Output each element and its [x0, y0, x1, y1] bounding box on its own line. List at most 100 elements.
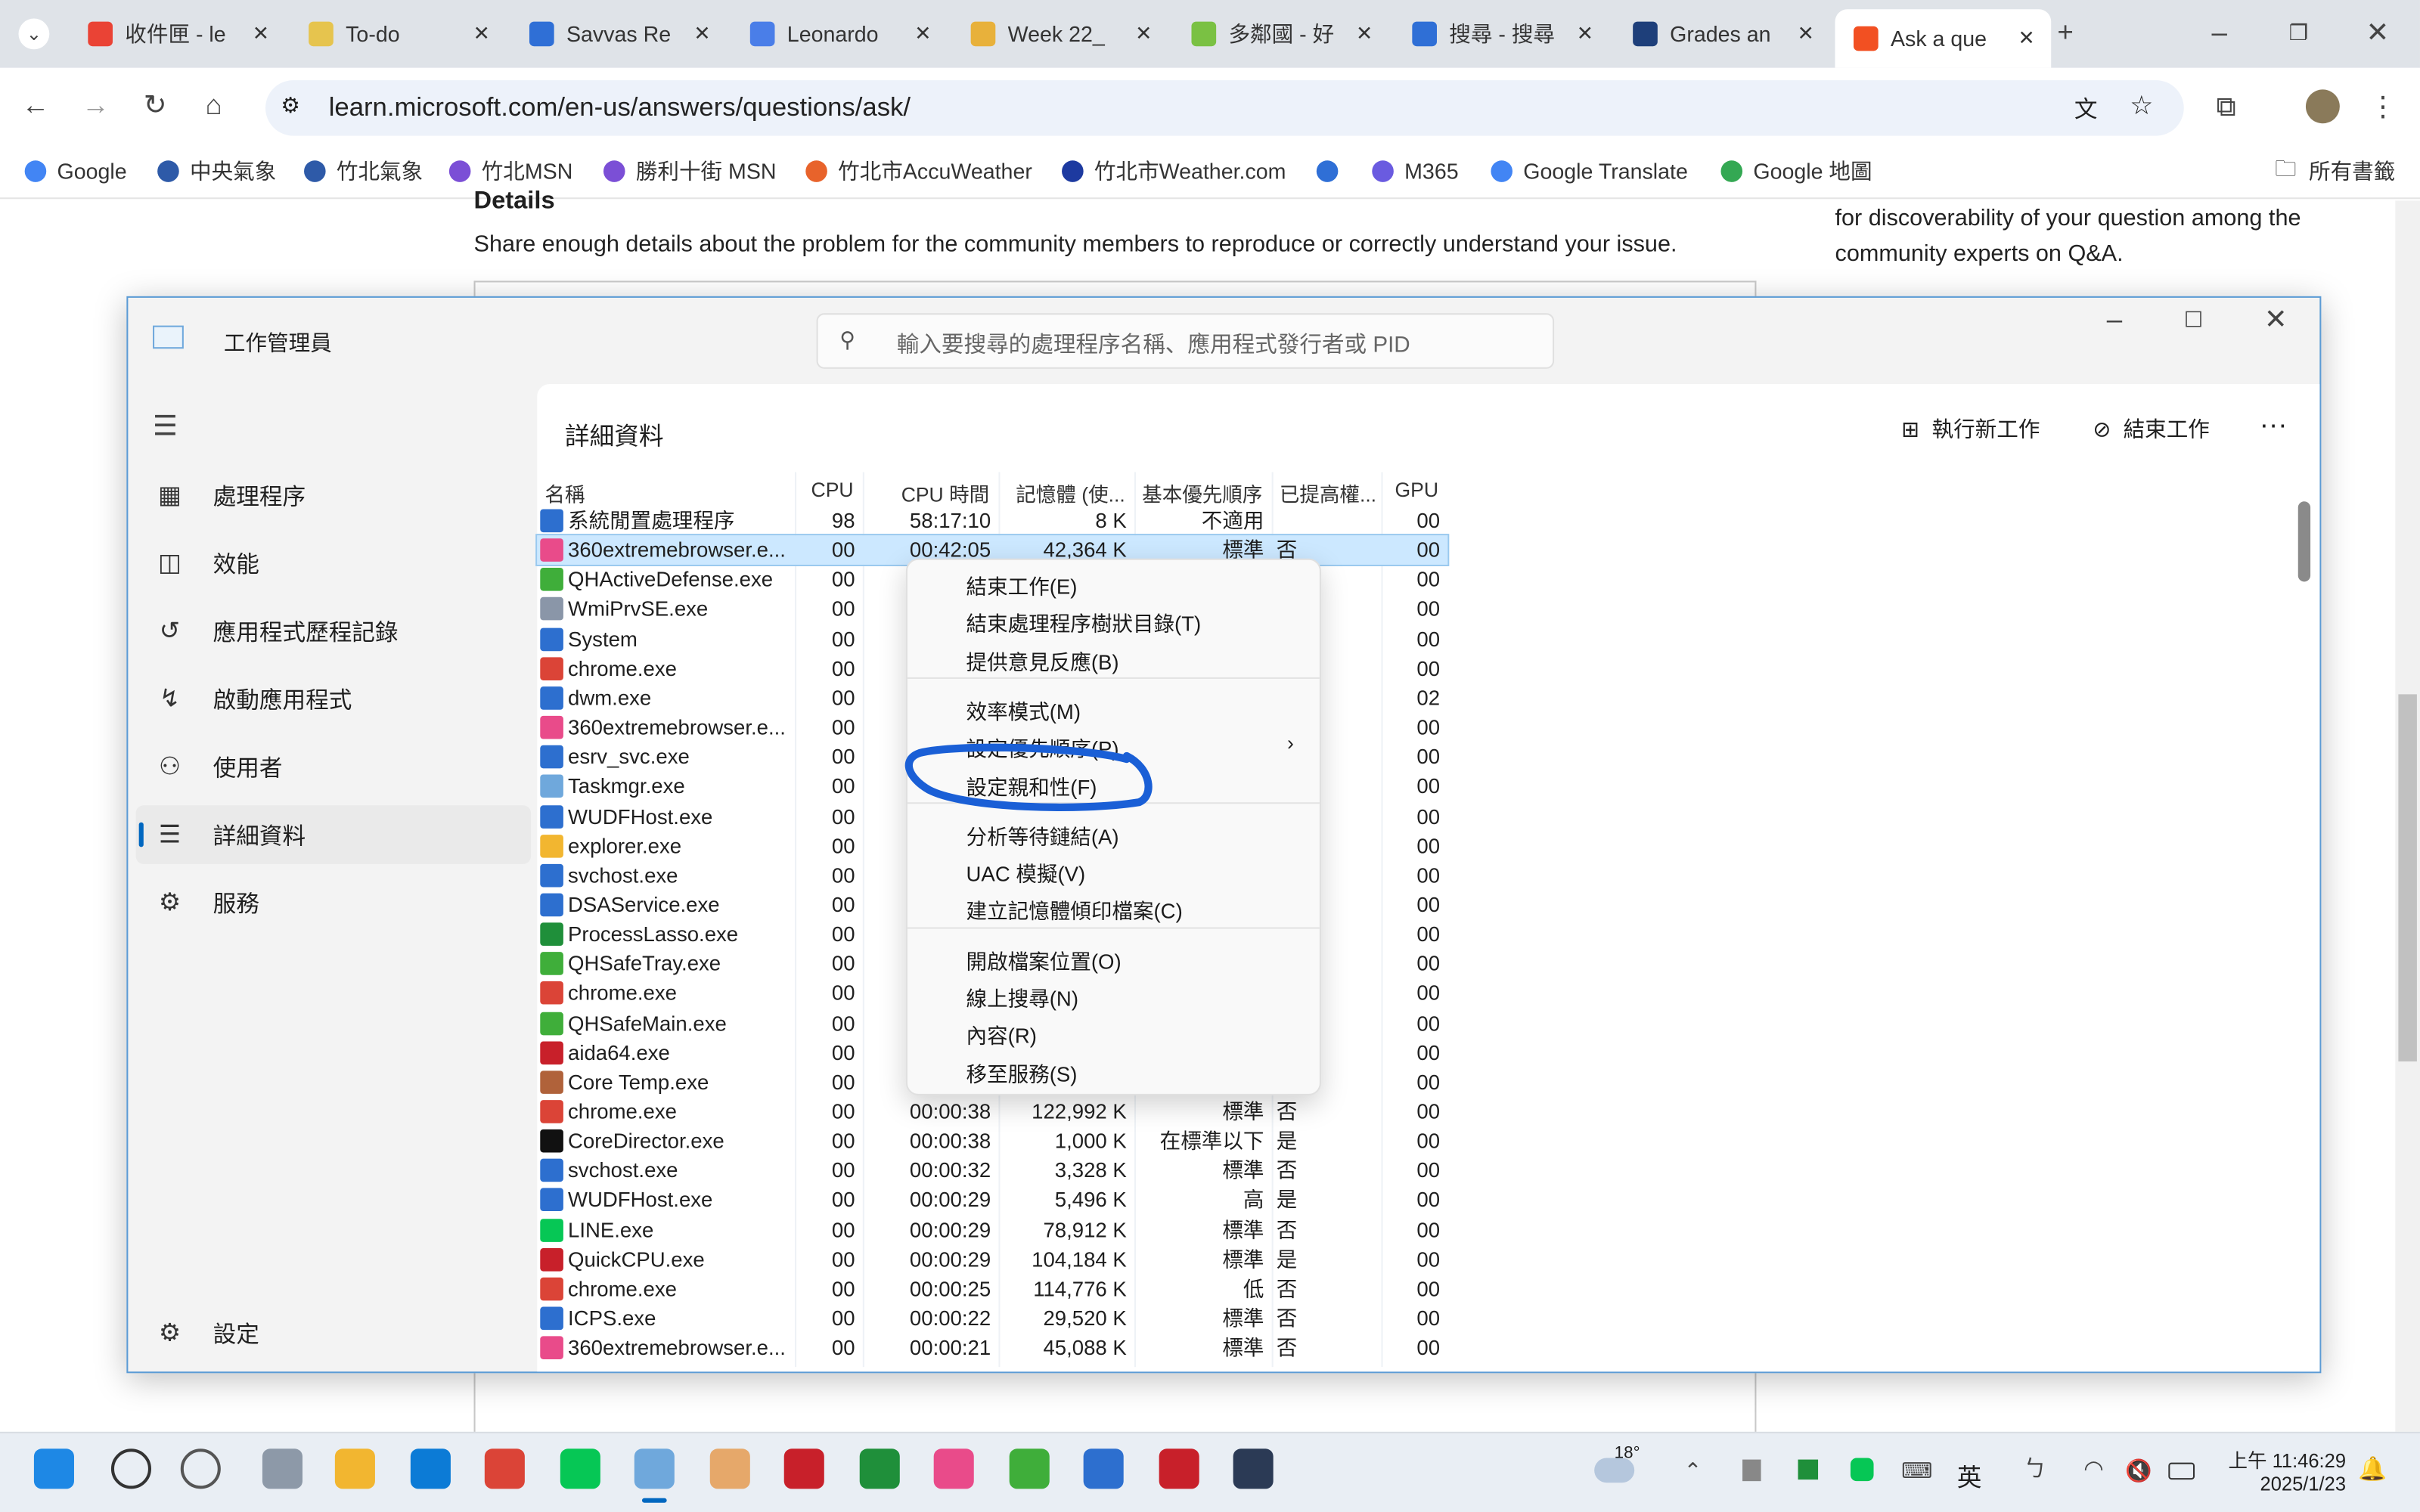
sidebar-item[interactable]: ▦ 處理程序 [136, 466, 531, 525]
all-bookmarks[interactable]: 🗀 所有書籤 [2275, 156, 2395, 187]
taskbar-app[interactable] [634, 1448, 675, 1489]
tab[interactable]: Savvas Re ✕ [511, 9, 728, 58]
bookmark[interactable]: M365 [1372, 156, 1459, 187]
tab-close-icon[interactable]: ✕ [1128, 22, 1159, 47]
tab-close-icon[interactable]: ✕ [1790, 22, 1821, 47]
weather-temp[interactable]: 18° [1615, 1444, 1640, 1462]
volume-muted-icon[interactable]: 🔇 [2125, 1455, 2152, 1486]
tray-overflow-icon[interactable]: ⌃ [1684, 1455, 1702, 1486]
taskbar-app[interactable] [859, 1448, 900, 1489]
tab-close-icon[interactable]: ✕ [1569, 22, 1600, 47]
home-button[interactable]: ⌂ [205, 89, 222, 120]
close-window-button[interactable]: ✕ [2366, 17, 2390, 48]
context-menu-item[interactable]: 開啟檔案位置(O) [966, 943, 1122, 974]
taskbar-app[interactable] [1009, 1448, 1050, 1489]
tab[interactable]: To-do ✕ [290, 9, 507, 58]
table-scrollbar[interactable] [2297, 501, 2315, 1365]
bookmark[interactable]: 竹北市AccuWeather [805, 156, 1032, 187]
table-scrollbar-thumb[interactable] [2297, 501, 2311, 582]
tab[interactable]: Ask a que ✕ [1835, 9, 2052, 68]
taskbar-app[interactable] [334, 1448, 375, 1489]
tab[interactable]: 多鄰國 - 好 ✕ [1173, 9, 1389, 58]
sidebar-item[interactable]: ◫ 效能 [136, 534, 531, 593]
tm-close-button[interactable]: ✕ [2264, 304, 2288, 335]
end-task-button[interactable]: ⊘ 結束工作 [2093, 414, 2210, 445]
clock-date[interactable]: 2025/1/23 [2223, 1473, 2346, 1495]
sidebar-item-settings[interactable]: ⚙ 設定 [136, 1303, 531, 1362]
tab[interactable]: 搜尋 - 搜尋 ✕ [1394, 9, 1610, 58]
tray-app-icon[interactable] [1742, 1459, 1761, 1482]
bookmark[interactable]: 竹北氣象 [304, 156, 423, 187]
taskbar-app[interactable] [1233, 1448, 1274, 1489]
bookmark-star-icon[interactable]: ☆ [2130, 91, 2153, 122]
clock-time[interactable]: 上午 11:46:29 [2223, 1444, 2347, 1473]
context-menu-item[interactable]: 內容(R) [966, 1019, 1037, 1050]
bookmark[interactable]: 勝利十街 MSN [603, 156, 777, 187]
taskbar-app[interactable] [933, 1448, 974, 1489]
reload-button[interactable]: ↻ [144, 89, 167, 120]
context-menu-item[interactable]: 線上搜尋(N) [966, 981, 1078, 1012]
tab-close-icon[interactable]: ✕ [245, 22, 276, 47]
bookmark[interactable] [1316, 156, 1349, 187]
bookmark[interactable]: Google 地圖 [1720, 156, 1872, 187]
wifi-icon[interactable]: ◠ [2083, 1455, 2104, 1486]
ime-mode[interactable]: 英 [1957, 1457, 1982, 1494]
bookmark[interactable]: 中央氣象 [157, 156, 276, 187]
taskbar-app[interactable] [1083, 1448, 1124, 1489]
battery-icon[interactable] [2168, 1462, 2195, 1480]
tab[interactable]: Week 22_ ✕ [952, 9, 1168, 58]
process-search-input[interactable]: ⚲ 輸入要搜尋的處理程序名稱、應用程式發行者或 PID [816, 313, 1555, 369]
taskbar-app[interactable] [410, 1448, 451, 1489]
context-menu-item[interactable]: UAC 模擬(V) [966, 857, 1086, 888]
taskbar-app[interactable] [33, 1448, 74, 1489]
bookmark[interactable]: 竹北MSN [448, 156, 572, 187]
site-info-icon[interactable]: ⚙ [281, 92, 300, 119]
back-button[interactable]: ← [22, 89, 50, 120]
taskbar-app[interactable] [484, 1448, 525, 1489]
taskbar-app[interactable] [262, 1448, 302, 1489]
restore-button[interactable]: ❐ [2289, 17, 2309, 48]
context-menu-item[interactable]: 結束處理程序樹狀目錄(T) [966, 607, 1202, 638]
context-menu-item[interactable]: 移至服務(S) [966, 1056, 1078, 1087]
sidebar-item[interactable]: ↯ 啟動應用程式 [136, 670, 531, 729]
forward-button[interactable]: → [82, 89, 110, 120]
tab-close-icon[interactable]: ✕ [466, 22, 497, 47]
url-text[interactable]: learn.microsoft.com/en-us/answers/questi… [329, 92, 911, 123]
address-bar[interactable]: ⚙ learn.microsoft.com/en-us/answers/ques… [265, 80, 2184, 136]
tab-close-icon[interactable]: ✕ [2011, 26, 2042, 51]
ime-icon[interactable]: ㄅ [2023, 1455, 2046, 1486]
hamburger-menu-icon[interactable]: ☰ [153, 411, 178, 442]
tab[interactable]: Leonardo ✕ [731, 9, 948, 58]
taskbar-app[interactable] [709, 1448, 750, 1489]
menu-icon[interactable]: ⋮ [2369, 91, 2397, 122]
page-scrollbar[interactable] [2395, 200, 2420, 1432]
tm-maximize-button[interactable]: ☐ [2184, 304, 2204, 335]
tab[interactable]: Grades an ✕ [1615, 9, 1831, 58]
profile-avatar[interactable] [2305, 89, 2340, 124]
tab[interactable]: 收件匣 - le ✕ [70, 9, 286, 58]
keyboard-icon[interactable]: ⌨ [1901, 1455, 1932, 1486]
run-new-task-button[interactable]: ⊞ 執行新工作 [1901, 414, 2040, 445]
tray-lasso-icon[interactable] [1798, 1459, 1819, 1480]
translate-icon[interactable]: 文 [2074, 92, 2098, 125]
context-menu-item[interactable]: 效率模式(M) [966, 694, 1081, 725]
context-menu-item[interactable]: 建立記憶體傾印檔案(C) [966, 894, 1183, 925]
sidebar-item[interactable]: ↺ 應用程式歷程記錄 [136, 602, 531, 661]
tab-close-icon[interactable]: ✕ [687, 22, 718, 47]
more-options-icon[interactable]: ··· [2260, 409, 2288, 442]
context-menu-item[interactable]: 提供意見反應(B) [966, 644, 1119, 675]
page-scrollbar-thumb[interactable] [2398, 694, 2417, 1062]
sidebar-item[interactable]: ☰ 詳細資料 [135, 805, 532, 864]
tab-search-button[interactable]: ⌄ [18, 18, 50, 50]
tab-close-icon[interactable]: ✕ [1349, 22, 1380, 47]
tray-line-icon[interactable] [1850, 1458, 1874, 1482]
taskbar-app[interactable] [783, 1448, 824, 1489]
bookmark[interactable]: Google [24, 156, 127, 187]
context-menu-item[interactable]: 結束工作(E) [966, 569, 1078, 600]
taskbar-app[interactable] [110, 1448, 151, 1489]
sidebar-item[interactable]: ⚙ 服務 [136, 873, 531, 932]
taskbar-app[interactable] [560, 1448, 600, 1489]
tab-close-icon[interactable]: ✕ [908, 22, 939, 47]
minimize-button[interactable]: – [2211, 17, 2226, 48]
taskbar-app[interactable] [180, 1448, 221, 1489]
